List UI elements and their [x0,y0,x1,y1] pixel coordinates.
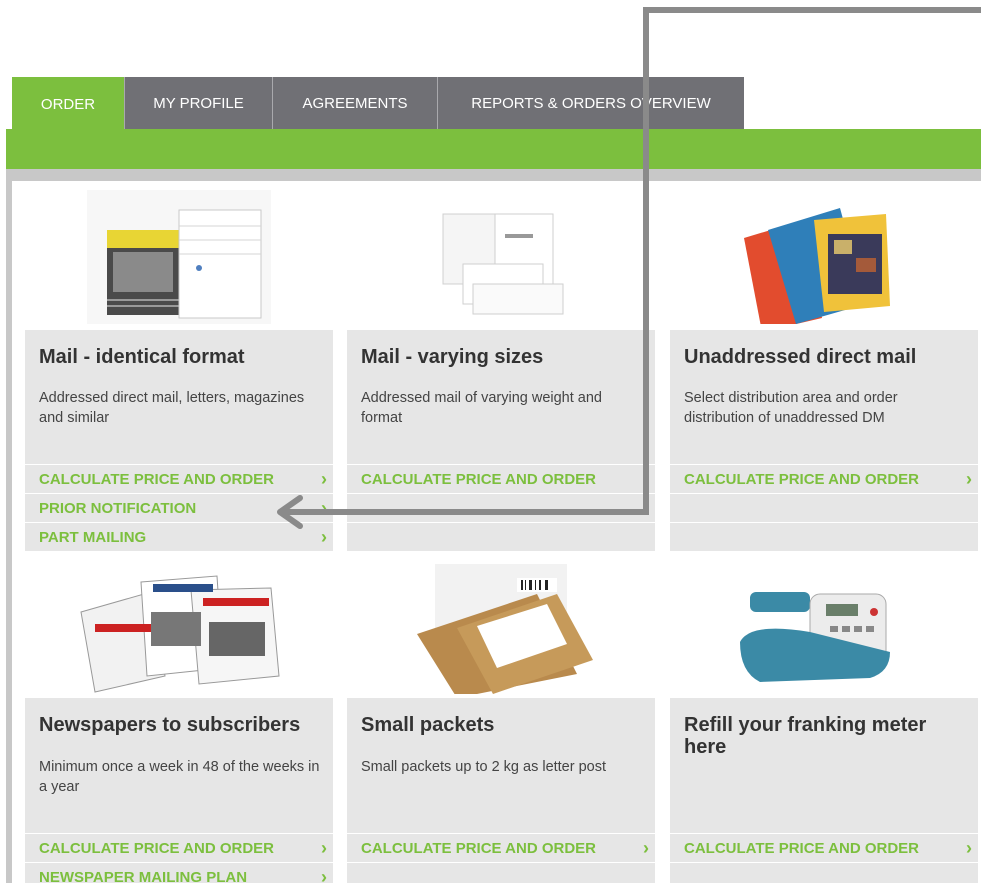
prior-notification-link[interactable]: PRIOR NOTIFICATION › [25,493,333,522]
empty-link-row [670,862,978,883]
card-description: Addressed direct mail, letters, magazine… [39,390,305,426]
chevron-right-icon: › [321,498,327,518]
card-title: Newspapers to subscribers [39,714,301,736]
stack-of-mail-icon [87,190,271,324]
link-label: CALCULATE PRICE AND ORDER [39,471,274,488]
link-label: CALCULATE PRICE AND ORDER [361,840,596,857]
chevron-right-icon: › [321,527,327,547]
card-body: Small packets Small packets up to 2 kg a… [347,698,655,834]
link-label: CALCULATE PRICE AND ORDER [684,471,919,488]
card-links: CALCULATE PRICE AND ORDER › [670,464,978,551]
card-body: Unaddressed direct mail Select distribut… [670,330,978,464]
empty-link-row [670,522,978,551]
calculate-price-and-order-link[interactable]: CALCULATE PRICE AND ORDER › [25,833,333,862]
card-description: Small packets up to 2 kg as letter post [361,759,607,775]
card-links: CALCULATE PRICE AND ORDER › [670,833,978,883]
separator-bar [6,169,981,181]
newspapers-icon [80,575,280,693]
card-description: Addressed mail of varying weight and for… [361,390,602,426]
calculate-price-and-order-link[interactable]: CALCULATE PRICE AND ORDER › [347,464,655,493]
card-title: Mail - identical format [39,346,245,368]
link-label: CALCULATE PRICE AND ORDER [361,471,596,488]
card-links: CALCULATE PRICE AND ORDER › [347,833,655,883]
card-body: Newspapers to subscribers Minimum once a… [25,698,333,834]
card-description: Select distribution area and order distr… [684,390,898,426]
card-body: Refill your franking meter here [670,698,978,834]
empty-link-row [670,493,978,522]
newspaper-mailing-plan-link[interactable]: NEWSPAPER MAILING PLAN › [25,862,333,883]
chevron-right-icon: › [966,838,972,858]
card-title: Small packets [361,714,495,736]
card-title: Unaddressed direct mail [684,346,917,368]
tab-content-bar [6,129,981,169]
empty-link-row [347,493,655,522]
link-label: CALCULATE PRICE AND ORDER [39,840,274,857]
tab-order[interactable]: ORDER [12,77,124,131]
content-left-border [6,181,12,883]
link-label: NEWSPAPER MAILING PLAN [39,869,248,883]
card-links: CALCULATE PRICE AND ORDER › [347,464,655,551]
chevron-right-icon: › [643,469,649,489]
tab-reports-orders-overview[interactable]: REPORTS & ORDERS OVERVIEW [437,77,744,129]
tab-agreements[interactable]: AGREEMENTS [272,77,437,129]
envelopes-icon [442,213,564,315]
brochures-icon [744,208,890,324]
card-title: Refill your franking meter here [684,714,927,758]
main-tab-bar: ORDER MY PROFILE AGREEMENTS REPORTS & OR… [12,77,744,131]
calculate-price-and-order-link[interactable]: CALCULATE PRICE AND ORDER › [670,833,978,862]
chevron-right-icon: › [321,838,327,858]
chevron-right-icon: › [321,867,327,883]
link-label: PART MAILING [39,529,147,546]
chevron-right-icon: › [321,469,327,489]
calculate-price-and-order-link[interactable]: CALCULATE PRICE AND ORDER › [670,464,978,493]
calculate-price-and-order-link[interactable]: CALCULATE PRICE AND ORDER › [25,464,333,493]
chevron-right-icon: › [643,838,649,858]
packets-icon [417,564,593,694]
card-links: CALCULATE PRICE AND ORDER › NEWSPAPER MA… [25,833,333,883]
card-title: Mail - varying sizes [361,346,544,368]
link-label: PRIOR NOTIFICATION [39,500,197,517]
franking-meter-icon [740,592,890,682]
empty-link-row [347,862,655,883]
tab-my-profile[interactable]: MY PROFILE [124,77,272,129]
empty-link-row [347,522,655,551]
card-links: CALCULATE PRICE AND ORDER › PRIOR NOTIFI… [25,464,333,551]
card-body: Mail - varying sizes Addressed mail of v… [347,330,655,464]
card-body: Mail - identical format Addressed direct… [25,330,333,464]
part-mailing-link[interactable]: PART MAILING › [25,522,333,551]
card-description: Minimum once a week in 48 of the weeks i… [39,759,320,795]
chevron-right-icon: › [966,469,972,489]
calculate-price-and-order-link[interactable]: CALCULATE PRICE AND ORDER › [347,833,655,862]
link-label: CALCULATE PRICE AND ORDER [684,840,919,857]
